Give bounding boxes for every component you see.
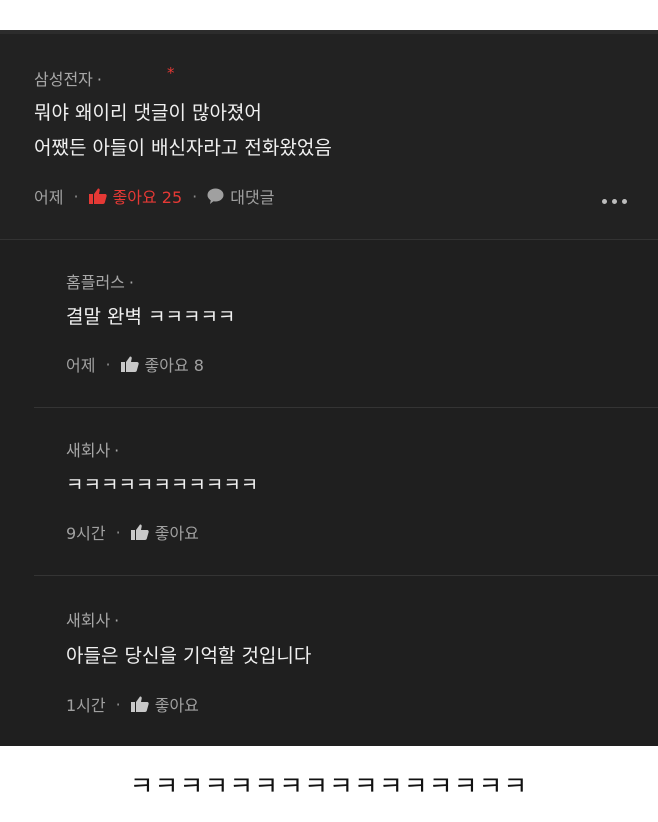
author-name[interactable]: 새회사	[66, 611, 110, 630]
comment-meta: 어제 · 좋아요 25 · 대댓글	[34, 184, 274, 208]
reply-button[interactable]: 대댓글	[207, 184, 274, 208]
reply-label: 대댓글	[230, 188, 275, 207]
author-name[interactable]: 새회사	[66, 441, 110, 460]
thumbs-up-icon	[130, 524, 149, 540]
like-button[interactable]: 좋아요	[130, 692, 199, 716]
thumbs-up-icon	[130, 696, 149, 712]
reply-meta: 9시간 · 좋아요	[66, 520, 199, 544]
author-name[interactable]: 홈플러스	[66, 273, 125, 292]
separator-dot: ·	[105, 354, 111, 374]
speech-bubble-icon	[207, 188, 224, 204]
reply-item: 홈플러스 · 결말 완벽 ㅋㅋㅋㅋㅋ 어제 · 좋아요 8	[0, 240, 658, 408]
like-button[interactable]: 좋아요	[130, 520, 199, 544]
reply-time: 1시간	[66, 696, 106, 715]
main-comment: 삼성전자 · * 뭐야 왜이리 댓글이 많아졌어 어쨌든 아들이 배신자라고 전화…	[0, 34, 658, 239]
reply-author[interactable]: 새회사 ·	[66, 437, 119, 461]
reply-text: 결말 완벽 ㅋㅋㅋㅋㅋ	[66, 306, 236, 328]
comment-author[interactable]: 삼성전자 ·	[34, 66, 102, 90]
comment-text-line-1: 뭐야 왜이리 댓글이 많아졌어	[34, 102, 262, 124]
reply-text: ㅋㅋㅋㅋㅋㅋㅋㅋㅋㅋㅋ	[66, 474, 259, 496]
reply-meta: 어제 · 좋아요 8	[66, 352, 204, 376]
reply-item: 새회사 · 아들은 당신을 기억할 것입니다 1시간 · 좋아요	[0, 576, 658, 746]
like-label: 좋아요 25	[112, 188, 183, 207]
like-label: 좋아요	[154, 696, 199, 715]
reply-meta: 1시간 · 좋아요	[66, 692, 199, 716]
comment-time: 어제	[34, 188, 64, 207]
separator-dot: ·	[128, 273, 134, 292]
like-label: 좋아요	[154, 524, 199, 543]
separator-dot: ·	[73, 186, 79, 206]
comment-text-line-2: 어쨌든 아들이 배신자라고 전화왔었음	[34, 137, 332, 159]
reply-text: 아들은 당신을 기억할 것입니다	[66, 645, 312, 667]
separator-dot: ·	[192, 186, 198, 206]
separator-dot: ·	[114, 441, 120, 460]
reply-time: 어제	[66, 356, 96, 375]
thumbs-up-icon	[88, 188, 107, 204]
red-asterisk-icon: *	[167, 64, 175, 82]
caption-text: ㅋㅋㅋㅋㅋㅋㅋㅋㅋㅋㅋㅋㅋㅋㅋㅋ	[0, 746, 658, 822]
more-dots-icon[interactable]	[602, 199, 627, 204]
reply-time: 9시간	[66, 524, 106, 543]
separator-dot: ·	[96, 70, 102, 89]
like-button[interactable]: 좋아요 8	[120, 352, 204, 376]
like-label: 좋아요 8	[144, 356, 204, 375]
reply-author[interactable]: 새회사 ·	[66, 607, 119, 631]
separator-dot: ·	[114, 611, 120, 630]
author-name[interactable]: 삼성전자	[34, 70, 93, 89]
comment-panel: 삼성전자 · * 뭐야 왜이리 댓글이 많아졌어 어쨌든 아들이 배신자라고 전화…	[0, 30, 658, 746]
thumbs-up-icon	[120, 356, 139, 372]
reply-item: 새회사 · ㅋㅋㅋㅋㅋㅋㅋㅋㅋㅋㅋ 9시간 · 좋아요	[0, 408, 658, 576]
separator-dot: ·	[115, 694, 121, 714]
like-button[interactable]: 좋아요 25	[88, 184, 183, 208]
reply-author[interactable]: 홈플러스 ·	[66, 269, 134, 293]
separator-dot: ·	[115, 522, 121, 542]
top-strip	[0, 0, 658, 30]
